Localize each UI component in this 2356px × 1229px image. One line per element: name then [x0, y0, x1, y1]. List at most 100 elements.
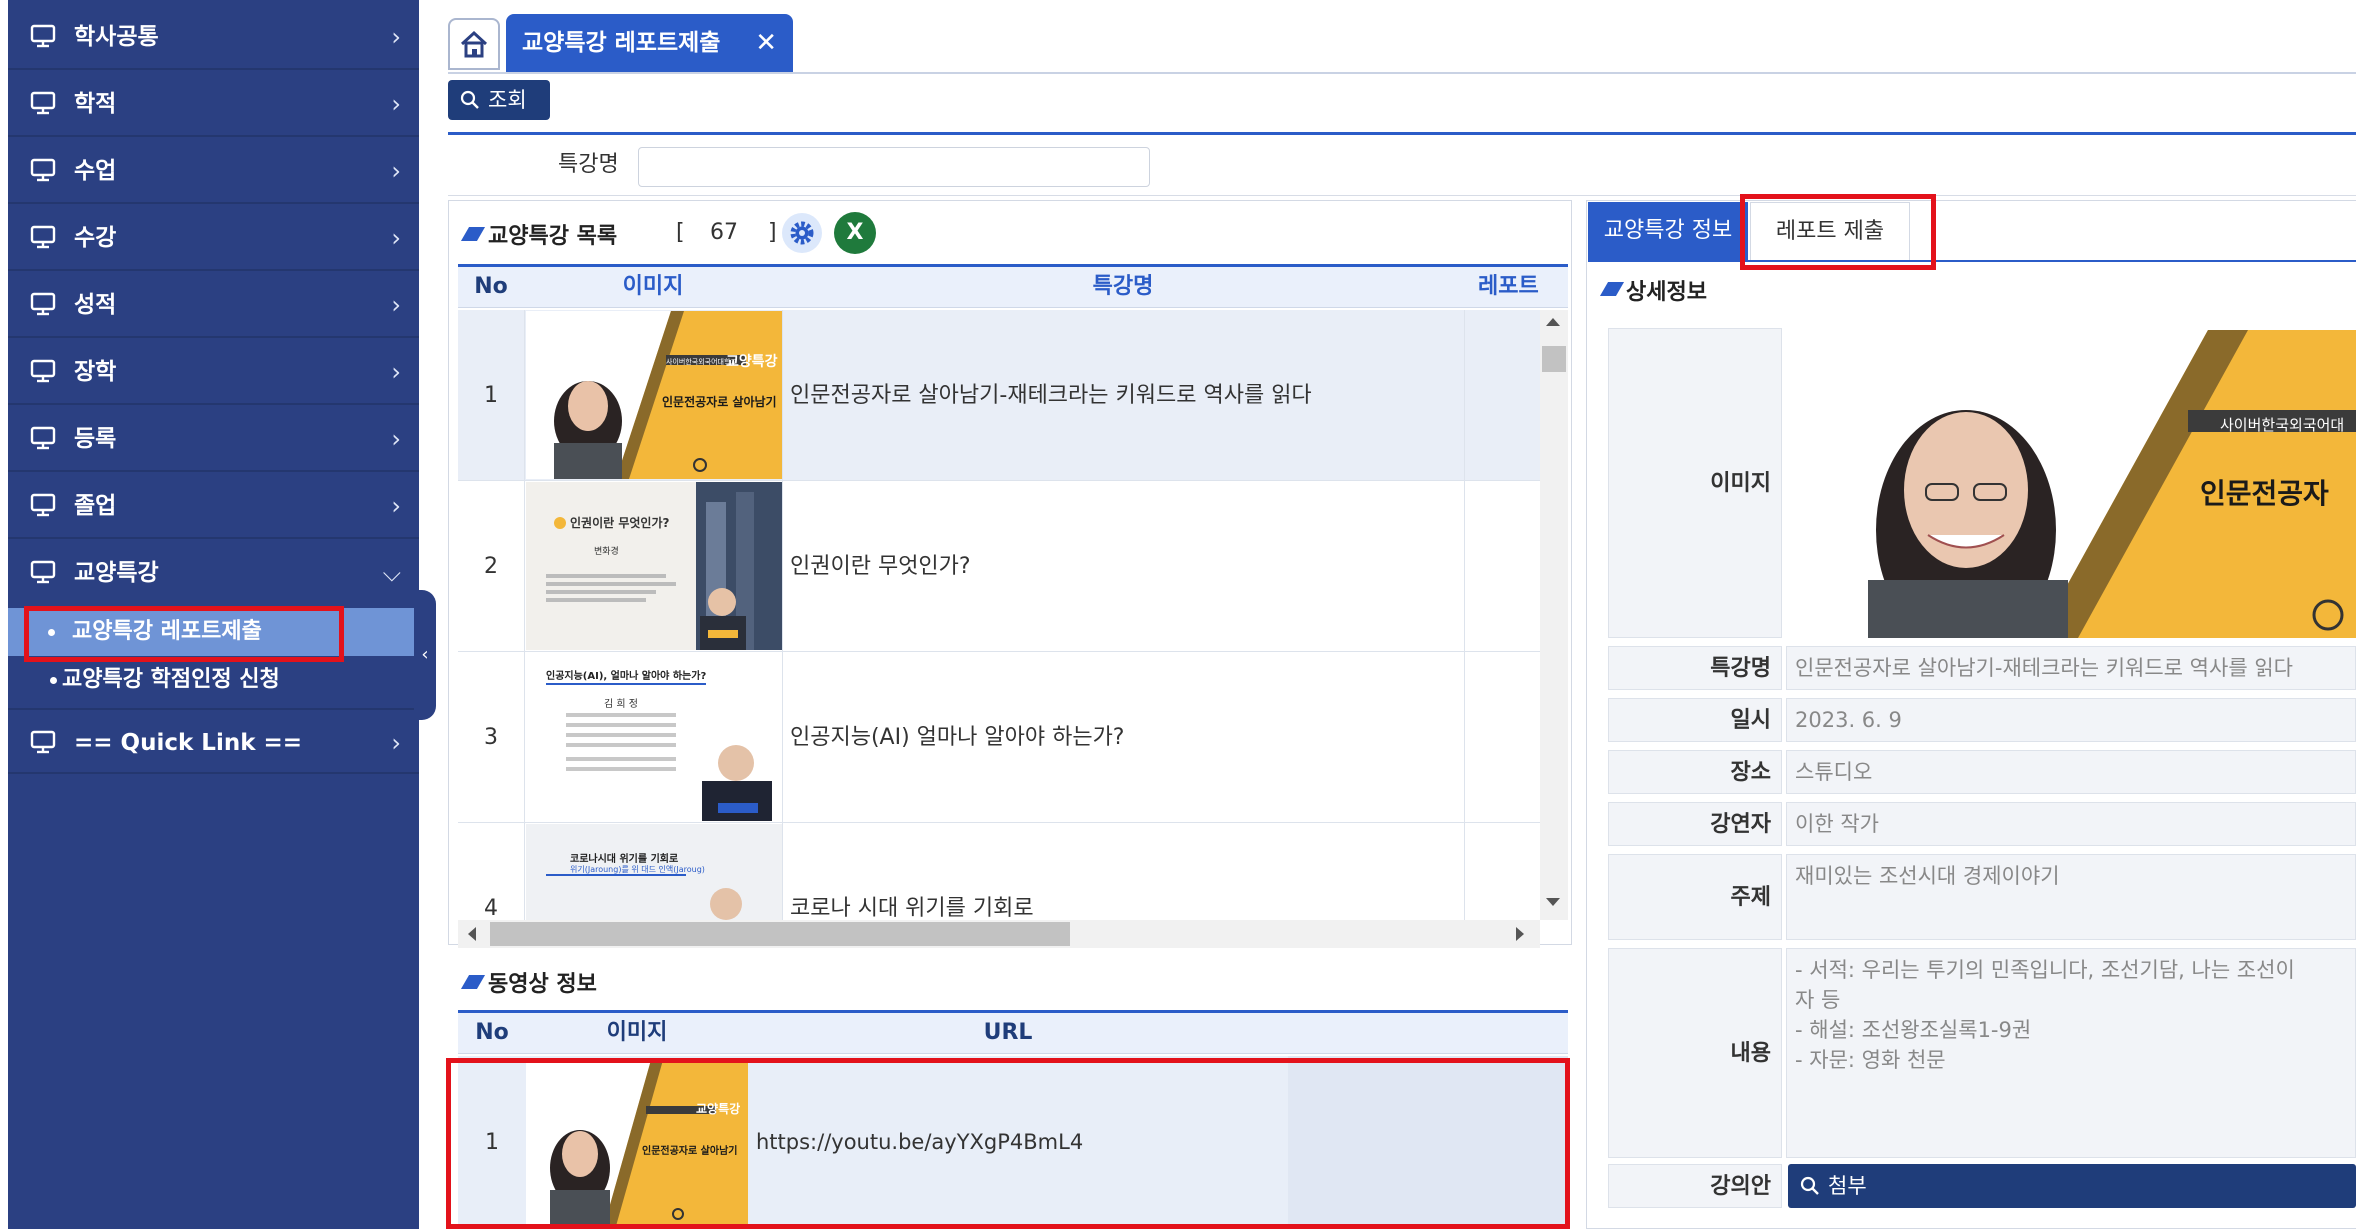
search-button-label: 조회: [488, 88, 527, 112]
sidebar-item[interactable]: 수강 ›: [8, 205, 419, 271]
video-url[interactable]: https://youtu.be/ayYXgP4BmL4: [756, 1056, 1083, 1229]
attach-syllabus-button[interactable]: 첨부: [1788, 1164, 2356, 1208]
sidebar-item[interactable]: 수업 ›: [8, 138, 419, 204]
tab-close-icon[interactable]: ✕: [755, 14, 777, 72]
col-image: 이미지: [622, 274, 684, 299]
speaker-label: 강연자: [1608, 802, 1782, 846]
topic-label: 주제: [1608, 854, 1782, 940]
place-value-text: 스튜디오: [1795, 760, 1873, 784]
table-row[interactable]: 1 사이버한국외국어대학교 교양특강 인문전공자로 살아남기 인문전공자로 살아…: [458, 310, 1540, 481]
sidebar-item[interactable]: 학적 ›: [8, 71, 419, 137]
excel-icon: X: [846, 220, 864, 245]
detail-preview-image: 사이버한국외국어대 인문전공자: [1788, 330, 2356, 638]
attach-syllabus-label: 첨부: [1828, 1174, 1867, 1198]
lecture-list-title: 교양특강 목록: [488, 224, 618, 249]
syllabus-label: 강의안: [1608, 1164, 1782, 1208]
sidebar-item-label: 교양특강: [74, 560, 159, 586]
scroll-thumb[interactable]: [490, 922, 1070, 946]
col-url: URL: [983, 1020, 1033, 1045]
chevron-right-icon: ›: [391, 425, 401, 453]
scroll-left-icon[interactable]: [468, 927, 476, 941]
col-image: 이미지: [606, 1020, 668, 1045]
lecture-thumbnail: 인공지능(AI), 얼마나 알아야 하는가? 김 희 정: [526, 653, 782, 821]
sidebar-item[interactable]: 등록 ›: [8, 406, 419, 472]
content-value: - 서적: 우리는 투기의 민족입니다, 조선기담, 나는 조선이 자 등 - …: [1786, 948, 2356, 1158]
lecture-name: 인공지능(AI) 얼마나 알아야 하는가?: [790, 725, 1125, 750]
sidebar-item[interactable]: 졸업 ›: [8, 473, 419, 539]
chevron-right-icon: ›: [391, 224, 401, 252]
sidebar-item[interactable]: 교양특강 ⌵: [8, 540, 419, 606]
scroll-down-icon[interactable]: [1546, 898, 1560, 906]
chevron-right-icon: ›: [391, 358, 401, 386]
col-no: No: [475, 1020, 509, 1045]
sidebar-subitem-label: 교양특강 레포트제출: [72, 619, 262, 644]
content-line: - 자문: 영화 천문: [1795, 1048, 1946, 1072]
lecture-name: 코로나 시대 위기를 기회로: [790, 896, 1034, 920]
scroll-up-icon[interactable]: [1546, 318, 1560, 326]
filter-bar: 특강명: [448, 132, 2356, 196]
sidebar-item-label: 등록: [74, 426, 117, 452]
row-no: 1: [485, 1130, 499, 1155]
thumb-big-text: 교양특강: [726, 354, 778, 370]
col-name: 특강명: [1092, 274, 1154, 299]
col-divider: [782, 310, 783, 920]
sidebar-item-label: 졸업: [74, 493, 117, 519]
filter-label: 특강명: [558, 152, 619, 177]
col-divider: [1464, 310, 1465, 920]
table-row[interactable]: 4 코로나시대 위기를 기회로 위기(Jaroung)를 위 대드 인액(Jar…: [458, 823, 1540, 920]
monitor-icon: [30, 91, 56, 115]
row-no: 2: [484, 554, 498, 579]
image-label-text: 이미지: [1710, 471, 1771, 496]
chevron-down-icon: ⌵: [382, 559, 401, 587]
tab-report-submit[interactable]: 교양특강 레포트제출 ✕: [506, 14, 793, 72]
scroll-right-icon[interactable]: [1516, 927, 1524, 941]
lecture-grid-header: No 이미지 특강명 레포트: [458, 264, 1568, 308]
table-row[interactable]: 2 인권이란 무엇인가? 변화경 인권이란 무엇인가?: [458, 481, 1540, 652]
scroll-thumb[interactable]: [1542, 346, 1566, 372]
home-icon: [460, 30, 488, 58]
monitor-icon: [30, 426, 56, 450]
chevron-right-icon: ›: [391, 729, 401, 757]
thumb-name-text: 김 희 정: [604, 699, 638, 710]
sidebar-item-quicklink[interactable]: == Quick Link == ›: [8, 708, 419, 774]
chevron-right-icon: ›: [391, 23, 401, 51]
thumb-sub-text: 위기(Jaroung)를 위 대드 인액(Jaroug): [570, 865, 705, 874]
sidebar-item[interactable]: 장학 ›: [8, 339, 419, 405]
list-horizontal-scrollbar[interactable]: [458, 920, 1540, 948]
lecture-name: 인권이란 무엇인가?: [790, 554, 971, 579]
sidebar-item[interactable]: 학사공통 ›: [8, 4, 419, 70]
content-label-text: 내용: [1730, 1041, 1771, 1066]
search-icon: [460, 90, 479, 109]
col-divider: [524, 310, 525, 920]
video-row-fill: [1288, 1056, 1568, 1229]
topic-label-text: 주제: [1730, 885, 1771, 910]
sidebar-collapse-handle[interactable]: ‹: [414, 590, 436, 720]
sidebar-subitem[interactable]: 교양특강 학점인정 신청: [8, 656, 419, 704]
topic-value-text: 재미있는 조선시대 경제이야기: [1795, 864, 2060, 888]
home-button[interactable]: [448, 18, 500, 70]
thumb-title-text: 코로나시대 위기를 기회로: [570, 854, 679, 865]
sidebar-subitem[interactable]: 교양특강 레포트제출: [8, 608, 419, 656]
excel-export-button[interactable]: X: [834, 212, 876, 254]
detail-section-title: 상세정보: [1626, 280, 1707, 305]
search-button[interactable]: 조회: [448, 80, 550, 120]
lecture-name-input[interactable]: [638, 147, 1150, 187]
tab-lecture-info[interactable]: 교양특강 정보: [1588, 202, 1748, 260]
list-vertical-scrollbar[interactable]: [1540, 310, 1568, 920]
sidebar-item[interactable]: 성적 ›: [8, 272, 419, 338]
table-row[interactable]: 3 인공지능(AI), 얼마나 알아야 하는가? 김 희 정 인공지능(AI) …: [458, 652, 1540, 823]
tab-lecture-info-label: 교양특강 정보: [1603, 218, 1733, 243]
table-row[interactable]: 1 교양특강 인문전공자로 살아남기 https://youtu.be/ayYX…: [458, 1056, 1568, 1229]
row-no: 3: [484, 725, 498, 750]
detail-tab-line: [1588, 260, 2356, 262]
chevron-right-icon: ›: [391, 157, 401, 185]
tab-report-upload[interactable]: 레포트 제출: [1750, 202, 1910, 260]
place-value: 스튜디오: [1786, 750, 2356, 794]
count-close: ]: [768, 220, 777, 245]
sidebar-item-label: 수업: [74, 158, 117, 184]
content-line: - 서적: 우리는 투기의 민족입니다, 조선기담, 나는 조선이: [1795, 958, 2295, 982]
thumb-big-text: 교양특강: [696, 1102, 741, 1116]
image-label: 이미지: [1608, 328, 1782, 638]
thumb-sub-text: 변화경: [594, 547, 619, 557]
settings-button[interactable]: [782, 213, 822, 253]
